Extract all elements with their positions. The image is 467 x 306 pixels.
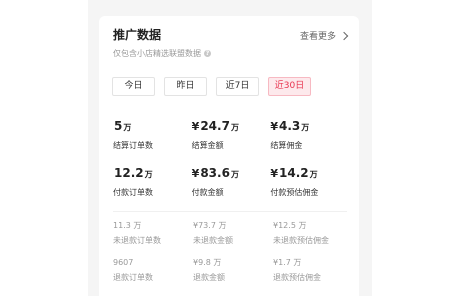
metric-currency: ¥ <box>270 120 278 133</box>
metric-value: 9607 <box>113 258 134 267</box>
metric-non-refunded-orders[interactable]: 11.3 万 未退款订单数 <box>113 220 193 257</box>
metric-unit: 万 <box>123 123 132 132</box>
metric-currency: ¥ <box>191 120 200 133</box>
primary-metrics: 5万 结算订单数 ¥24.7万 结算金额 ¥4.3万 结算佣金 12.2万 付款… <box>113 118 349 212</box>
view-more-link[interactable]: 查看更多 <box>299 29 349 42</box>
tab-last-30-days[interactable]: 近30日 <box>268 77 311 96</box>
metric-value: ¥73.7 万 <box>193 221 227 230</box>
metric-unit: 万 <box>144 170 153 179</box>
metric-value: ¥9.8 万 <box>193 258 222 267</box>
metric-value: ¥12.5 万 <box>273 221 307 230</box>
metric-refunded-commission[interactable]: ¥1.7 万 退款预估佣金 <box>273 257 353 294</box>
metric-label: 未退款订单数 <box>113 236 161 245</box>
metrics-row-refunded: 9607 退款订单数 ¥9.8 万 退款金额 ¥1.7 万 退款预估佣金 <box>113 257 353 294</box>
metric-value: 24.7 <box>200 119 230 133</box>
metric-unit: 万 <box>230 170 239 179</box>
metric-label: 退款预估佣金 <box>273 273 321 282</box>
metric-currency: ¥ <box>191 167 200 180</box>
metric-unit: 万 <box>301 123 310 132</box>
section-divider <box>113 211 347 212</box>
promotion-data-card: 推广数据 查看更多 仅包含小店精选联盟数据 ? 今日 昨日 近7日 近30日 5… <box>99 16 359 306</box>
metric-value: 14.2 <box>279 166 309 180</box>
metric-unit: 万 <box>309 170 318 179</box>
card-subtitle: 仅包含小店精选联盟数据 ? <box>113 48 211 59</box>
tab-yesterday[interactable]: 昨日 <box>164 77 207 96</box>
metrics-row-non-refunded: 11.3 万 未退款订单数 ¥73.7 万 未退款金额 ¥12.5 万 未退款预… <box>113 220 353 257</box>
card-header: 推广数据 查看更多 <box>113 28 349 46</box>
metric-label: 结算佣金 <box>270 141 303 150</box>
metric-label: 退款订单数 <box>113 273 153 282</box>
metrics-row-settlement: 5万 结算订单数 ¥24.7万 结算金额 ¥4.3万 结算佣金 <box>113 118 349 165</box>
metric-label: 未退款金额 <box>193 236 233 245</box>
metric-refunded-orders[interactable]: 9607 退款订单数 <box>113 257 193 294</box>
card-title: 推广数据 <box>113 28 162 42</box>
metric-unit: 万 <box>230 123 239 132</box>
metric-label: 结算金额 <box>191 141 224 150</box>
metric-label: 付款金额 <box>191 188 224 197</box>
metric-currency: ¥ <box>270 167 278 180</box>
metric-settled-amount[interactable]: ¥24.7万 结算金额 <box>192 118 271 165</box>
metric-value: 5 <box>114 119 123 133</box>
metric-non-refunded-commission[interactable]: ¥12.5 万 未退款预估佣金 <box>273 220 353 257</box>
metrics-row-payment: 12.2万 付款订单数 ¥83.6万 付款金额 ¥14.2万 付款预估佣金 <box>113 165 349 212</box>
metric-non-refunded-amount[interactable]: ¥73.7 万 未退款金额 <box>193 220 273 257</box>
question-icon[interactable]: ? <box>204 50 211 57</box>
date-range-tabs: 今日 昨日 近7日 近30日 <box>112 77 311 96</box>
metric-value: 4.3 <box>279 119 301 133</box>
view-more-label: 查看更多 <box>299 32 336 42</box>
tab-today[interactable]: 今日 <box>112 77 155 96</box>
metric-paid-orders[interactable]: 12.2万 付款订单数 <box>113 165 192 212</box>
metric-value: 12.2 <box>114 166 144 180</box>
metric-value: 11.3 万 <box>113 221 142 230</box>
metric-settled-orders[interactable]: 5万 结算订单数 <box>113 118 192 165</box>
metric-label: 退款金额 <box>193 273 225 282</box>
metric-label: 付款预估佣金 <box>270 188 319 197</box>
metric-refunded-amount[interactable]: ¥9.8 万 退款金额 <box>193 257 273 294</box>
metric-value: 83.6 <box>200 166 230 180</box>
metric-label: 付款订单数 <box>113 188 153 197</box>
metric-label: 结算订单数 <box>113 141 153 150</box>
metric-paid-amount[interactable]: ¥83.6万 付款金额 <box>192 165 271 212</box>
chevron-right-icon <box>339 31 349 40</box>
metric-paid-estimated-commission[interactable]: ¥14.2万 付款预估佣金 <box>270 165 349 212</box>
metric-label: 未退款预估佣金 <box>273 236 329 245</box>
metric-settled-commission[interactable]: ¥4.3万 结算佣金 <box>270 118 349 165</box>
subtitle-text: 仅包含小店精选联盟数据 <box>113 49 201 58</box>
secondary-metrics: 11.3 万 未退款订单数 ¥73.7 万 未退款金额 ¥12.5 万 未退款预… <box>113 220 353 294</box>
metric-value: ¥1.7 万 <box>273 258 302 267</box>
tab-last-7-days[interactable]: 近7日 <box>216 77 259 96</box>
